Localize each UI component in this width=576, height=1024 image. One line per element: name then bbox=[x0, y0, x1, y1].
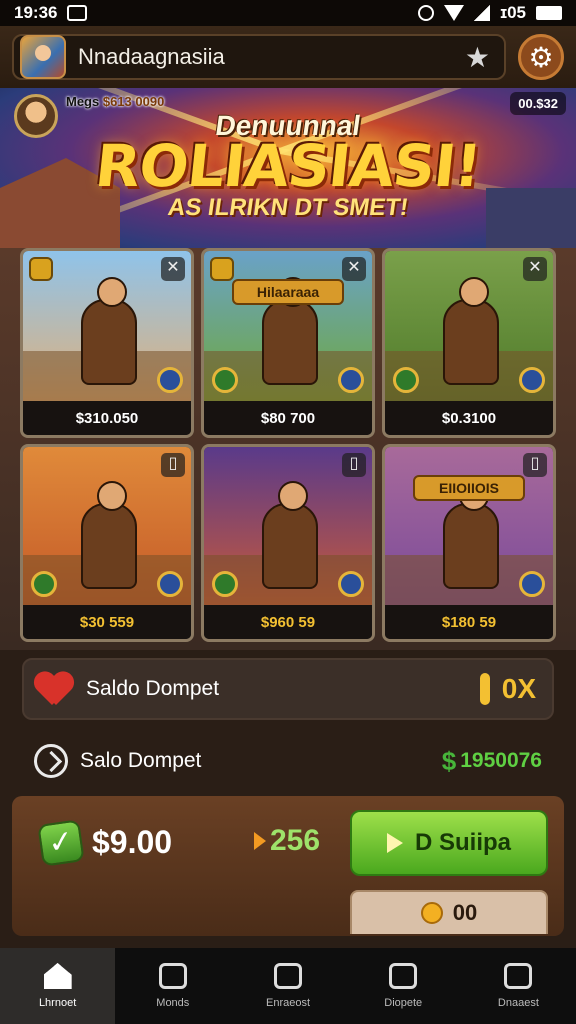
settings-button[interactable]: ⚙ bbox=[518, 34, 564, 80]
clock: 19:36 bbox=[14, 3, 58, 22]
signal-icon bbox=[474, 5, 491, 21]
hero-card[interactable]: EIIOIIOIS ▯ $180 59 bbox=[382, 444, 556, 642]
close-icon[interactable]: ✕ bbox=[523, 257, 547, 281]
check-icon: ✓ bbox=[37, 819, 85, 867]
favorite-label: Saldo Dompet bbox=[86, 677, 220, 700]
hero-icon bbox=[158, 963, 187, 989]
power-badge-icon bbox=[338, 571, 364, 597]
wallet-label: Salo Dompet bbox=[80, 749, 202, 772]
purchase-count: 256 bbox=[270, 824, 321, 857]
nav-profile[interactable]: Dnaaest bbox=[461, 948, 576, 1024]
class-badge-icon bbox=[212, 367, 238, 393]
card-title: EIIOIIOIS bbox=[413, 475, 525, 501]
nav-inventory[interactable]: Diopete bbox=[346, 948, 461, 1024]
class-badge-icon bbox=[212, 571, 238, 597]
bottom-navigation: Lhrnoet Monds Enraeost Diopete Dnaaest bbox=[0, 948, 576, 1024]
balance-prefix: Megs bbox=[66, 94, 103, 109]
card-price: $180 59 bbox=[385, 605, 553, 639]
power-badge-icon bbox=[519, 367, 545, 393]
status-text: ɪ05 bbox=[500, 3, 526, 22]
arrow-right-icon bbox=[254, 832, 266, 850]
nav-home[interactable]: Lhrnoet bbox=[0, 948, 116, 1024]
hero-figure bbox=[262, 481, 318, 589]
balance-value: $613 0090 bbox=[102, 94, 165, 109]
favorite-balance-row[interactable]: Saldo Dompet 0X bbox=[22, 658, 554, 720]
gem-icon bbox=[420, 902, 443, 924]
power-badge-icon bbox=[519, 571, 545, 597]
hero-card-grid: ✕ $310.050 Hilaaraaa ✕ $80 700 ✕ $0.3100… bbox=[0, 248, 576, 650]
card-price: $80 700 bbox=[204, 401, 372, 435]
wallet-section: Saldo Dompet 0X Salo Dompet $ 1950076 ✓ … bbox=[0, 650, 576, 948]
card-price: $30 559 bbox=[23, 605, 191, 639]
gem-button[interactable]: 00 bbox=[350, 890, 548, 934]
compass-icon bbox=[34, 744, 68, 778]
status-bar: 19:36 ɪ05 bbox=[0, 0, 576, 26]
app-header: Nnadaagnasiia ★ ⚙ bbox=[0, 26, 576, 88]
banner-title: ROLIASIASI! bbox=[92, 132, 484, 200]
gear-icon: ⚙ bbox=[528, 41, 554, 73]
wallet-balance-row[interactable]: Salo Dompet $ 1950076 bbox=[12, 732, 564, 790]
coin-icon bbox=[479, 673, 490, 705]
profile-icon bbox=[504, 963, 533, 989]
wifi-icon bbox=[444, 5, 465, 21]
rarity-badge-icon bbox=[210, 257, 234, 281]
card-price: $960 59 bbox=[204, 605, 372, 639]
hero-card[interactable]: ▯ $960 59 bbox=[201, 444, 375, 642]
favorite-value: 0X bbox=[501, 673, 536, 704]
power-badge-icon bbox=[157, 367, 183, 393]
app-avatar[interactable] bbox=[20, 35, 66, 79]
rarity-badge-icon bbox=[29, 257, 53, 281]
heart-icon bbox=[34, 671, 74, 707]
purchase-panel: ✓ $9.00 256 D Suiipa 00 bbox=[12, 796, 564, 936]
class-badge-icon bbox=[393, 367, 419, 393]
class-badge-icon bbox=[31, 571, 57, 597]
card-title: Hilaaraaa bbox=[232, 279, 344, 305]
promo-banner[interactable]: Megs $613 0090 00.$32 Denuunnal ROLIASIA… bbox=[0, 88, 576, 248]
bookmark-icon[interactable]: ▯ bbox=[342, 453, 366, 477]
hero-figure bbox=[262, 277, 318, 385]
nav-heroes[interactable]: Monds bbox=[115, 948, 230, 1024]
hero-card[interactable]: ✕ $0.3100 bbox=[382, 248, 556, 438]
card-price: $310.050 bbox=[23, 401, 191, 435]
banner-tagline: AS ILRIKN DT SMET! bbox=[166, 194, 410, 221]
close-icon[interactable]: ✕ bbox=[342, 257, 366, 281]
nav-label: Diopete bbox=[384, 997, 423, 1009]
play-icon bbox=[386, 833, 403, 853]
nav-label: Monds bbox=[156, 997, 190, 1009]
card-price: $0.3100 bbox=[385, 401, 553, 435]
battery-icon bbox=[536, 6, 562, 20]
image-notification-icon bbox=[67, 5, 88, 21]
hero-figure bbox=[443, 277, 499, 385]
sync-icon bbox=[418, 5, 435, 21]
house-icon bbox=[274, 963, 302, 989]
app-title: Nnadaagnasiia bbox=[78, 44, 225, 69]
wallet-value: 1950076 bbox=[460, 749, 542, 772]
star-icon[interactable]: ★ bbox=[465, 41, 490, 74]
buy-button[interactable]: D Suiipa bbox=[350, 810, 548, 876]
nav-label: Dnaaest bbox=[497, 997, 539, 1009]
title-bar: Nnadaagnasiia ★ bbox=[12, 34, 506, 80]
hero-figure bbox=[81, 481, 137, 589]
hero-card[interactable]: ✕ $310.050 bbox=[20, 248, 194, 438]
square-icon bbox=[389, 963, 418, 989]
nav-label: Lhrnoet bbox=[38, 997, 77, 1009]
nav-label: Enraeost bbox=[265, 997, 311, 1009]
bookmark-icon[interactable]: ▯ bbox=[161, 453, 185, 477]
home-icon bbox=[43, 963, 72, 989]
power-badge-icon bbox=[157, 571, 183, 597]
hero-figure bbox=[81, 277, 137, 385]
cash-icon: $ bbox=[441, 745, 457, 776]
hero-card[interactable]: ▯ $30 559 bbox=[20, 444, 194, 642]
gem-button-label: 00 bbox=[452, 900, 478, 925]
buy-button-label: D Suiipa bbox=[414, 829, 511, 856]
purchase-price: $9.00 bbox=[92, 824, 173, 860]
nav-shop[interactable]: Enraeost bbox=[230, 948, 345, 1024]
hero-figure bbox=[443, 481, 499, 589]
hero-card[interactable]: Hilaaraaa ✕ $80 700 bbox=[201, 248, 375, 438]
close-icon[interactable]: ✕ bbox=[161, 257, 185, 281]
power-badge-icon bbox=[338, 367, 364, 393]
bookmark-icon[interactable]: ▯ bbox=[523, 453, 547, 477]
player-balance: Megs $613 0090 bbox=[66, 94, 164, 109]
